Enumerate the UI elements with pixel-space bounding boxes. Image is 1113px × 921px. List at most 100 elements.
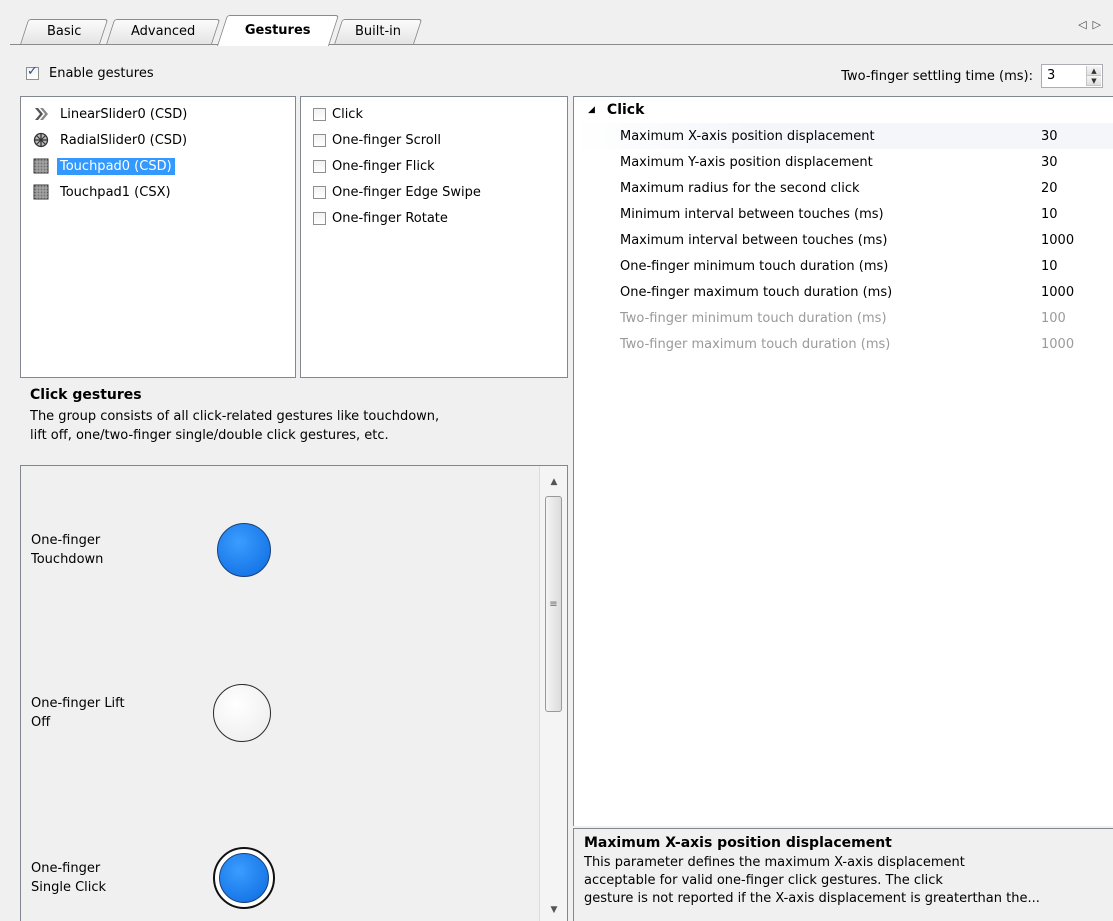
property-name: Maximum radius for the second click [620, 180, 860, 196]
sensor-item-touchpad0[interactable]: Touchpad0 (CSD) [21, 153, 295, 179]
property-name: One-finger minimum touch duration (ms) [620, 258, 889, 274]
animation-touchdown: One-finger Touchdown [31, 523, 271, 577]
tab-strip: Basic Advanced Gestures Built-in ◁▷ [0, 0, 1113, 46]
property-row[interactable]: One-finger minimum touch duration (ms) 1… [574, 253, 1113, 279]
tab-built-in-label: Built-in [354, 24, 402, 39]
animation-label-line-1: One-finger Lift [31, 696, 125, 711]
property-value[interactable]: 30 [1039, 155, 1058, 170]
grip-icon: ≡ [549, 598, 558, 610]
property-value[interactable]: 10 [1039, 207, 1058, 222]
property-name: Maximum X-axis position displacement [620, 128, 875, 144]
animation-label: One-finger Touchdown [31, 531, 181, 569]
property-row[interactable]: Maximum X-axis position displacement 30 [574, 123, 1113, 149]
touchpad-icon [33, 158, 49, 174]
enable-gestures-row: Enable gestures [26, 64, 154, 81]
gesture-item-one-finger-edge-swipe[interactable]: One-finger Edge Swipe [301, 179, 567, 205]
gesture-checkbox[interactable] [313, 133, 326, 147]
animation-label-line-1: One-finger [31, 861, 101, 876]
touch-circle-ringed-icon [213, 847, 275, 909]
tab-basic-label: Basic [46, 24, 82, 39]
enable-gestures-checkbox[interactable] [26, 64, 39, 80]
property-category-label: Click [606, 102, 645, 118]
property-description: Maximum X-axis position displacement Thi… [573, 828, 1113, 921]
sensor-item-label: Touchpad0 (CSD) [57, 157, 175, 175]
property-row[interactable]: Maximum Y-axis position displacement 30 [574, 149, 1113, 175]
gesture-label: One-finger Edge Swipe [332, 184, 481, 200]
touchpad-icon [33, 184, 49, 200]
collapse-triangle-icon[interactable]: ◢ [588, 105, 595, 115]
property-row[interactable]: Minimum interval between touches (ms) 10 [574, 201, 1113, 227]
property-description-line-1: This parameter defines the maximum X-axi… [584, 855, 965, 870]
property-value[interactable]: 1000 [1039, 233, 1074, 248]
enable-gestures-label: Enable gestures [49, 66, 154, 81]
gesture-item-one-finger-rotate[interactable]: One-finger Rotate [301, 205, 567, 231]
property-description-title: Maximum X-axis position displacement [584, 835, 892, 851]
touch-circle-inner [219, 853, 269, 903]
sensor-item-radialslider0[interactable]: RadialSlider0 (CSD) [21, 127, 295, 153]
animation-scrollbar[interactable]: ▲ ≡ ▼ [539, 466, 567, 921]
tab-next-icon[interactable]: ▷ [1093, 18, 1107, 31]
property-value[interactable]: 30 [1039, 129, 1058, 144]
settling-time-row: Two-finger settling time (ms): 3 ▲ ▼ [841, 64, 1103, 88]
property-grid: ◢ Click Maximum X-axis position displace… [573, 96, 1113, 826]
property-row-disabled: Two-finger maximum touch duration (ms) 1… [574, 331, 1113, 357]
tab-divider [10, 44, 1113, 45]
property-description-line-3: gesture is not reported if the X-axis di… [584, 891, 1040, 906]
tab-gestures[interactable]: Gestures [216, 15, 340, 46]
animation-label-line-1: One-finger [31, 533, 101, 548]
property-value[interactable]: 10 [1039, 259, 1058, 274]
gesture-checkbox[interactable] [313, 107, 326, 121]
gesture-item-one-finger-flick[interactable]: One-finger Flick [301, 153, 567, 179]
property-value[interactable]: 20 [1039, 181, 1058, 196]
tab-basic[interactable]: Basic [19, 19, 109, 45]
tab-advanced[interactable]: Advanced [105, 19, 221, 45]
radial-slider-icon [33, 132, 49, 148]
stepper-buttons: ▲ ▼ [1086, 66, 1101, 86]
sensor-item-label: Touchpad1 (CSX) [60, 184, 171, 200]
property-row[interactable]: Maximum interval between touches (ms) 10… [574, 227, 1113, 253]
scroll-thumb[interactable]: ≡ [545, 496, 562, 712]
gesture-group-description: Click gestures The group consists of all… [20, 381, 568, 463]
property-value: 100 [1041, 310, 1066, 326]
linear-slider-icon [35, 108, 48, 120]
tab-prev-icon[interactable]: ◁ [1078, 18, 1092, 31]
animation-lift-off: One-finger Lift Off [31, 684, 271, 742]
animation-label-line-2: Single Click [31, 880, 107, 895]
settling-time-stepper[interactable]: 3 ▲ ▼ [1041, 64, 1103, 88]
gesture-animation-pane: One-finger Touchdown One-finger Lift Off… [20, 465, 568, 921]
tab-advanced-label: Advanced [130, 24, 196, 39]
gesture-checkbox[interactable] [313, 185, 326, 199]
gesture-item-one-finger-scroll[interactable]: One-finger Scroll [301, 127, 567, 153]
property-name: Minimum interval between touches (ms) [620, 206, 884, 222]
stepper-up-icon[interactable]: ▲ [1087, 66, 1101, 76]
tab-gestures-label: Gestures [244, 23, 311, 38]
property-row[interactable]: One-finger maximum touch duration (ms) 1… [574, 279, 1113, 305]
scroll-up-icon[interactable]: ▲ [540, 472, 567, 492]
property-description-line-2: acceptable for valid one-finger click ge… [584, 873, 943, 888]
settling-time-value[interactable]: 3 [1047, 68, 1055, 83]
sensor-item-label: RadialSlider0 (CSD) [60, 132, 188, 148]
sensor-item-touchpad1[interactable]: Touchpad1 (CSX) [21, 179, 295, 205]
touch-circle-filled-icon [217, 523, 271, 577]
animation-label: One-finger Single Click [31, 859, 181, 897]
stepper-down-icon[interactable]: ▼ [1087, 76, 1101, 86]
animation-single-click: One-finger Single Click [31, 847, 275, 909]
gesture-item-click[interactable]: Click [301, 101, 567, 127]
property-row-disabled: Two-finger minimum touch duration (ms) 1… [574, 305, 1113, 331]
sensor-item-linearslider0[interactable]: LinearSlider0 (CSD) [21, 101, 295, 127]
tab-built-in[interactable]: Built-in [333, 19, 423, 45]
gesture-checkbox[interactable] [313, 211, 326, 225]
gesture-checkbox[interactable] [313, 159, 326, 173]
group-title: Click gestures [30, 387, 142, 403]
property-name: Maximum Y-axis position displacement [620, 154, 873, 170]
property-name: Maximum interval between touches (ms) [620, 232, 888, 248]
scroll-down-icon[interactable]: ▼ [540, 900, 567, 920]
property-value[interactable]: 1000 [1039, 285, 1074, 300]
gesture-label: One-finger Rotate [332, 210, 448, 226]
group-text-line-1: The group consists of all click-related … [30, 409, 440, 424]
gesture-label: One-finger Scroll [332, 132, 441, 148]
property-category-click[interactable]: ◢ Click [574, 97, 1113, 123]
property-row[interactable]: Maximum radius for the second click 20 [574, 175, 1113, 201]
group-text-line-2: lift off, one/two-finger single/double c… [30, 428, 389, 443]
property-value: 1000 [1041, 336, 1075, 352]
